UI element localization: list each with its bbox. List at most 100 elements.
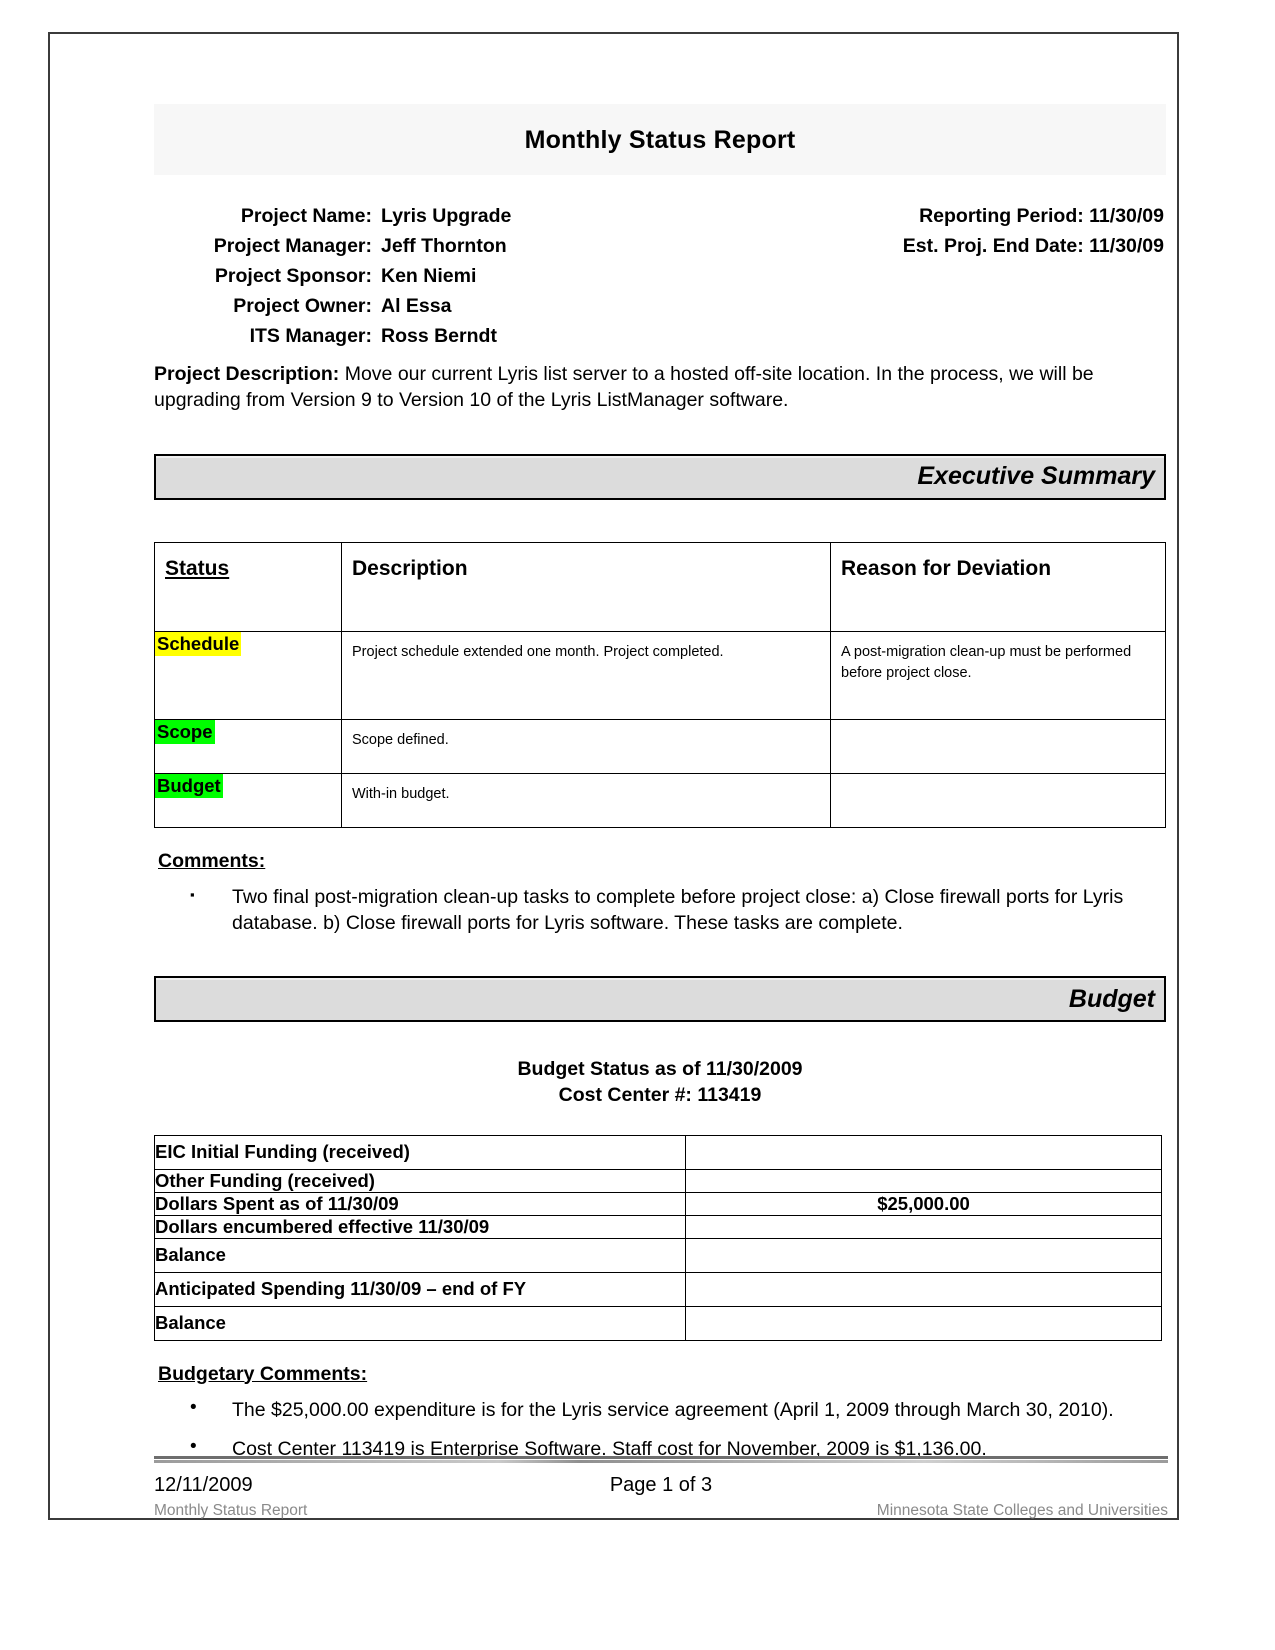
budget-row-label: Dollars encumbered effective 11/30/09 bbox=[154, 1214, 686, 1239]
reason-cell-schedule: A post-migration clean-up must be perfor… bbox=[830, 630, 1166, 720]
budget-row-value bbox=[685, 1271, 1162, 1307]
project-info-row: Project Name: Lyris Upgrade Reporting Pe… bbox=[154, 205, 1166, 228]
disc-bullet-icon: • bbox=[190, 1396, 197, 1418]
table-header-row: Status Description Reason for Deviation bbox=[154, 541, 1166, 632]
footer-organization: Minnesota State Colleges and Universitie… bbox=[876, 1502, 1168, 1519]
status-cell-schedule: Schedule bbox=[154, 630, 342, 720]
reason-text bbox=[831, 720, 1165, 740]
footer-date: 12/11/2009 bbox=[154, 1474, 253, 1496]
reason-cell-budget bbox=[830, 772, 1166, 828]
header-cell-reason: Reason for Deviation bbox=[830, 541, 1166, 632]
budget-row-value bbox=[685, 1214, 1162, 1239]
project-manager-field: Project Manager: Jeff Thornton bbox=[154, 235, 699, 258]
footer-page-number: Page 1 of 3 bbox=[609, 1474, 713, 1496]
status-badge: Schedule bbox=[155, 631, 242, 656]
description-text: Project schedule extended one month. Pro… bbox=[352, 643, 724, 660]
budget-row-value bbox=[685, 1237, 1162, 1273]
reason-text: A post-migration clean-up must be perfor… bbox=[841, 643, 1132, 681]
executive-summary-section-title: Executive Summary bbox=[917, 462, 1155, 491]
project-name-label: Project Name: bbox=[240, 205, 372, 227]
status-cell-budget: Budget bbox=[154, 772, 342, 828]
project-name-field: Project Name: Lyris Upgrade bbox=[154, 205, 699, 228]
est-end-date-value: 11/30/09 bbox=[1089, 235, 1164, 257]
table-row: Budget With-in budget. bbox=[154, 772, 1166, 828]
budget-section-bar: Budget bbox=[154, 976, 1166, 1023]
page-content: Monthly Status Report Project Name: Lyri… bbox=[154, 104, 1166, 1477]
budget-row-value bbox=[685, 1134, 1162, 1170]
table-row: Balance bbox=[154, 1305, 1162, 1341]
reason-cell-scope bbox=[830, 718, 1166, 774]
table-row: Dollars Spent as of 11/30/09 $25,000.00 bbox=[154, 1191, 1162, 1216]
budget-row-label: Balance bbox=[154, 1305, 686, 1341]
project-sponsor-field: Project Sponsor: Ken Niemi bbox=[154, 265, 699, 288]
description-cell-scope: Scope defined. bbox=[341, 718, 831, 774]
table-row: Dollars encumbered effective 11/30/09 bbox=[154, 1214, 1162, 1239]
footer-document-name: Monthly Status Report bbox=[154, 1502, 308, 1519]
project-info-row: ITS Manager: Ross Berndt bbox=[154, 325, 1166, 348]
project-description-block: Project Description: Move our current Ly… bbox=[154, 362, 1166, 414]
reporting-period-field: Reporting Period: 11/30/09 bbox=[699, 205, 1166, 228]
header-cell-status: Status bbox=[154, 541, 342, 632]
description-text: With-in budget. bbox=[352, 785, 450, 802]
budget-comment-text: The $25,000.00 expenditure is for the Ly… bbox=[232, 1398, 1114, 1421]
budget-status-heading: Budget Status as of 11/30/2009 Cost Cent… bbox=[154, 1056, 1166, 1108]
budget-table: EIC Initial Funding (received) Other Fun… bbox=[154, 1134, 1162, 1341]
footer-divider-line bbox=[154, 1460, 1168, 1463]
status-badge: Scope bbox=[155, 719, 215, 744]
project-description-label: Project Description: bbox=[154, 363, 340, 385]
project-owner-field: Project Owner: Al Essa bbox=[154, 295, 699, 318]
budget-row-value: $25,000.00 bbox=[685, 1191, 1162, 1216]
its-manager-field: ITS Manager: Ross Berndt bbox=[154, 325, 699, 348]
budget-row-label: EIC Initial Funding (received) bbox=[154, 1134, 686, 1170]
scanned-page-sheet: Monthly Status Report Project Name: Lyri… bbox=[48, 32, 1179, 1520]
its-manager-value: Ross Berndt bbox=[381, 325, 497, 347]
its-manager-label: ITS Manager: bbox=[249, 325, 372, 347]
budget-status-line2: Cost Center #: 113419 bbox=[558, 1084, 762, 1107]
column-header-status: Status bbox=[165, 556, 230, 580]
executive-summary-section-bar: Executive Summary bbox=[154, 453, 1166, 500]
est-end-date-field: Est. Proj. End Date: 11/30/09 bbox=[699, 235, 1166, 258]
reporting-period-value: 11/30/09 bbox=[1089, 205, 1164, 227]
header-cell-description: Description bbox=[341, 541, 831, 632]
description-text: Scope defined. bbox=[352, 731, 449, 748]
list-item: ▪ Two final post-migration clean-up task… bbox=[154, 885, 1166, 936]
budget-row-label: Dollars Spent as of 11/30/09 bbox=[154, 1191, 686, 1216]
budget-row-value bbox=[685, 1305, 1162, 1341]
footer-divider bbox=[154, 1456, 1168, 1466]
reason-text bbox=[831, 774, 1165, 794]
est-end-date-label: Est. Proj. End Date: bbox=[902, 235, 1084, 257]
column-header-reason: Reason for Deviation bbox=[841, 556, 1052, 580]
table-row: Anticipated Spending 11/30/09 – end of F… bbox=[154, 1271, 1162, 1307]
project-owner-label: Project Owner: bbox=[233, 295, 372, 317]
budget-status-line1: Budget Status as of 11/30/2009 bbox=[517, 1058, 803, 1081]
budget-section-title: Budget bbox=[1068, 984, 1155, 1013]
project-info-row: Project Sponsor: Ken Niemi bbox=[154, 265, 1166, 288]
column-header-description: Description bbox=[352, 556, 468, 580]
table-row: Other Funding (received) bbox=[154, 1168, 1162, 1193]
footer-secondary-row: Monthly Status Report Minnesota State Co… bbox=[154, 1502, 1168, 1520]
document-title-banner: Monthly Status Report bbox=[154, 104, 1166, 175]
project-info-block: Project Name: Lyris Upgrade Reporting Pe… bbox=[154, 205, 1166, 414]
project-name-value: Lyris Upgrade bbox=[381, 205, 512, 227]
reporting-period-label: Reporting Period: bbox=[919, 205, 1084, 227]
list-item: • The $25,000.00 expenditure is for the … bbox=[154, 1396, 1166, 1424]
table-row: Balance bbox=[154, 1237, 1162, 1273]
budget-row-label: Other Funding (received) bbox=[154, 1168, 686, 1193]
budget-row-label: Balance bbox=[154, 1237, 686, 1273]
comments-list: ▪ Two final post-migration clean-up task… bbox=[154, 885, 1166, 936]
footer-primary-row: 12/11/2009 Page 1 of 3 bbox=[154, 1474, 1168, 1497]
square-bullet-icon: ▪ bbox=[190, 886, 195, 902]
executive-summary-table: Status Description Reason for Deviation … bbox=[154, 541, 1166, 828]
page-footer: 12/11/2009 Page 1 of 3 Monthly Status Re… bbox=[154, 1474, 1168, 1520]
status-cell-scope: Scope bbox=[154, 718, 342, 774]
project-owner-value: Al Essa bbox=[381, 295, 452, 317]
footer-divider-line bbox=[154, 1456, 1168, 1459]
project-sponsor-label: Project Sponsor: bbox=[214, 265, 372, 287]
project-manager-value: Jeff Thornton bbox=[381, 235, 507, 257]
budgetary-comments-heading: Budgetary Comments: bbox=[158, 1362, 368, 1385]
budget-row-label: Anticipated Spending 11/30/09 – end of F… bbox=[154, 1271, 686, 1307]
budget-row-value bbox=[685, 1168, 1162, 1193]
project-sponsor-value: Ken Niemi bbox=[381, 265, 477, 287]
table-row: Schedule Project schedule extended one m… bbox=[154, 630, 1166, 720]
page-title: Monthly Status Report bbox=[524, 126, 796, 154]
